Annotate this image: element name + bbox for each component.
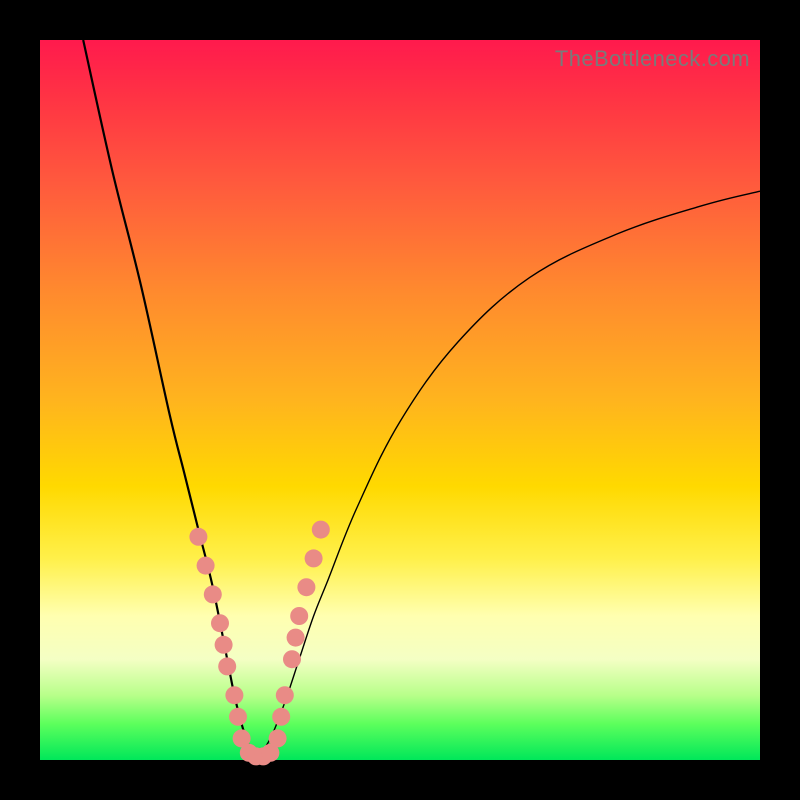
curve-left-branch [83, 40, 256, 760]
data-point [287, 629, 305, 647]
data-point [197, 557, 215, 575]
dots-group [189, 521, 329, 766]
data-point [297, 578, 315, 596]
data-point [218, 657, 236, 675]
data-point [283, 650, 301, 668]
data-point [215, 636, 233, 654]
data-point [189, 528, 207, 546]
data-point [269, 729, 287, 747]
curve-group [83, 40, 760, 760]
chart-frame: TheBottleneck.com [0, 0, 800, 800]
data-point [312, 521, 330, 539]
data-point [290, 607, 308, 625]
data-point [229, 708, 247, 726]
data-point [305, 549, 323, 567]
data-point [272, 708, 290, 726]
data-point [211, 614, 229, 632]
plot-area: TheBottleneck.com [40, 40, 760, 760]
data-point [276, 686, 294, 704]
data-point [204, 585, 222, 603]
data-point [225, 686, 243, 704]
curve-svg [40, 40, 760, 760]
curve-right-branch [256, 191, 760, 760]
